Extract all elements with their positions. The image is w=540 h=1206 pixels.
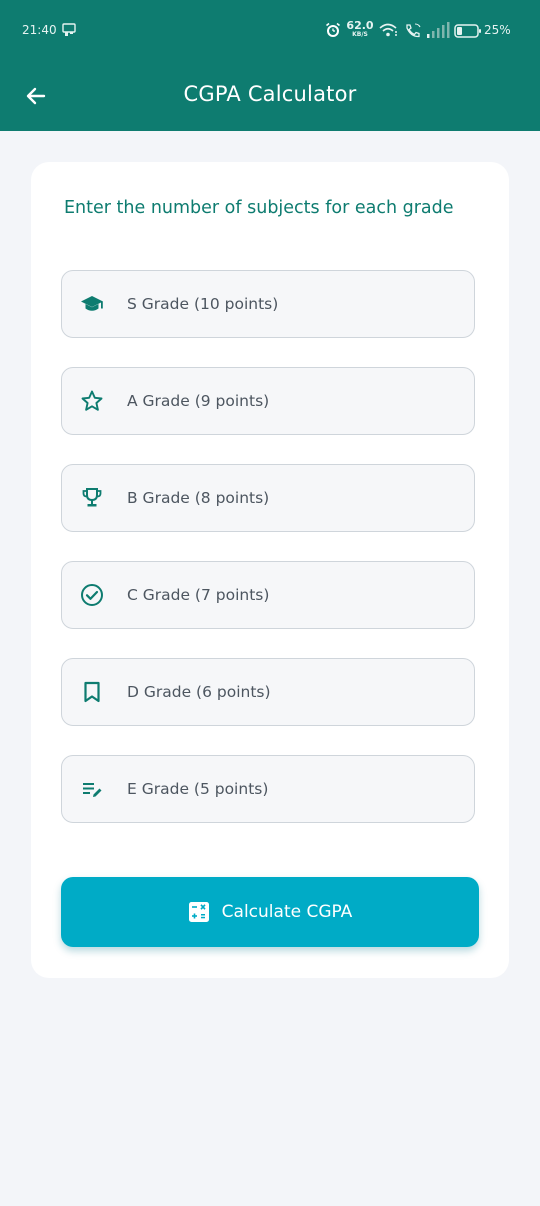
- c-grade-input[interactable]: C Grade (7 points): [61, 561, 475, 629]
- c-grade-label: C Grade (7 points): [127, 586, 270, 604]
- calculate-cgpa-button[interactable]: Calculate CGPA: [61, 877, 479, 947]
- battery-percent: 25%: [484, 23, 511, 37]
- wifi-icon: [378, 22, 398, 38]
- calculate-cgpa-label: Calculate CGPA: [221, 902, 353, 922]
- s-grade-label: S Grade (10 points): [127, 295, 279, 313]
- battery-icon: [454, 23, 482, 38]
- network-speed: 62.0 KB/S: [346, 20, 374, 39]
- page-title: CGPA Calculator: [183, 82, 357, 106]
- instruction-text: Enter the number of subjects for each gr…: [64, 198, 454, 218]
- trophy-icon: [80, 486, 104, 510]
- s-grade-input[interactable]: S Grade (10 points): [61, 270, 475, 338]
- e-grade-input[interactable]: E Grade (5 points): [61, 755, 475, 823]
- status-bar: 21:40 62.0 KB/S 25%: [0, 0, 540, 62]
- network-speed-unit: KB/S: [352, 31, 368, 38]
- signal-icon: [426, 22, 450, 38]
- a-grade-label: A Grade (9 points): [127, 392, 270, 410]
- d-grade-input[interactable]: D Grade (6 points): [61, 658, 475, 726]
- d-grade-label: D Grade (6 points): [127, 683, 271, 701]
- star-outline-icon: [80, 389, 104, 413]
- a-grade-input[interactable]: A Grade (9 points): [61, 367, 475, 435]
- app-bar: 21:40 62.0 KB/S 25% CGPA Calculator: [0, 0, 540, 131]
- e-grade-label: E Grade (5 points): [127, 780, 269, 798]
- calculator-icon: [188, 901, 210, 923]
- alarm-icon: [325, 22, 341, 38]
- grade-form-card: Enter the number of subjects for each gr…: [31, 162, 509, 978]
- b-grade-input[interactable]: B Grade (8 points): [61, 464, 475, 532]
- check-circle-icon: [80, 583, 104, 607]
- status-time: 21:40: [22, 23, 57, 37]
- wifi-calling-icon: [404, 22, 422, 38]
- edit-list-icon: [80, 777, 104, 801]
- network-speed-value: 62.0: [346, 19, 374, 32]
- bookmark-icon: [80, 680, 104, 704]
- graduation-cap-icon: [80, 292, 104, 316]
- b-grade-label: B Grade (8 points): [127, 489, 270, 507]
- notification-icon: [62, 22, 76, 36]
